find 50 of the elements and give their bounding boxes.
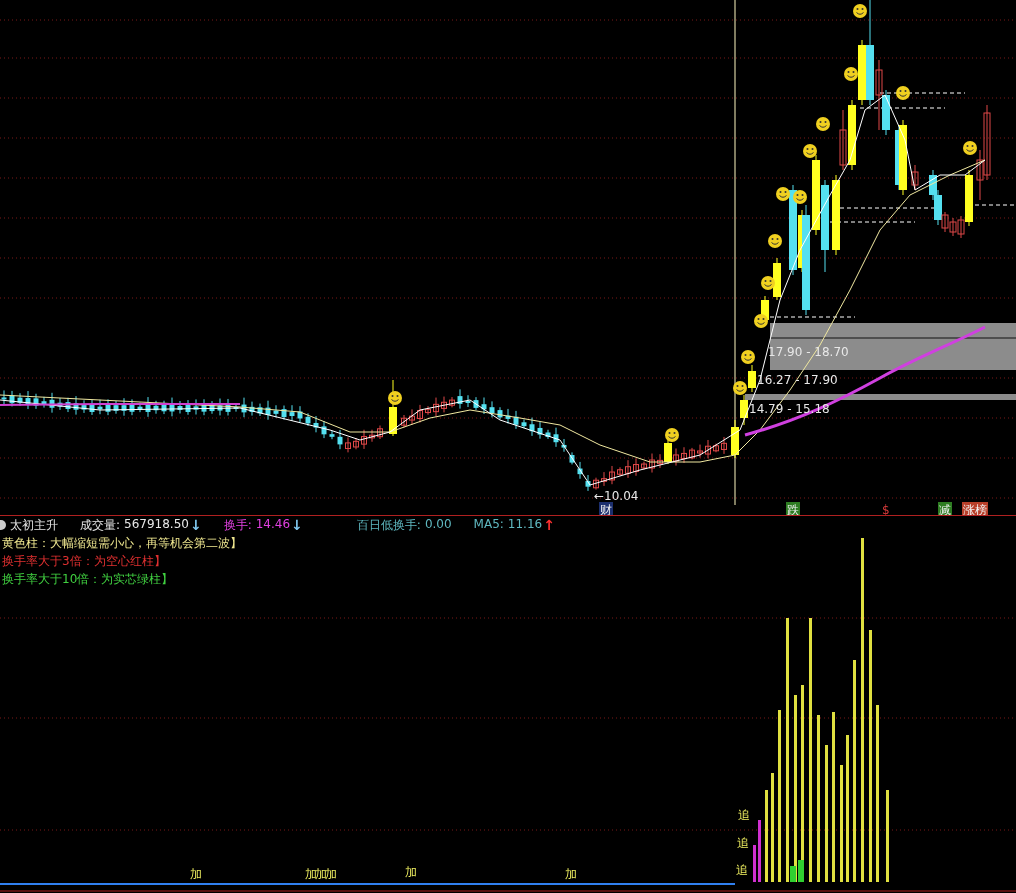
smiley-icon [741, 350, 755, 364]
smiley-icon [844, 67, 858, 81]
candlestick [911, 164, 919, 191]
trend-arrow: ↓ [189, 516, 202, 534]
smiley-icon [816, 117, 830, 131]
signal-label: 加 [305, 867, 317, 881]
trend-arrow: ↓ [291, 516, 303, 534]
readout-label: MA5: [473, 517, 504, 533]
smiley-icon [853, 4, 867, 18]
signal-label: 追 [737, 836, 749, 850]
readout-value: 567918.50 [124, 516, 189, 533]
readout-label: 成交量: [80, 516, 121, 534]
smiley-icon [665, 428, 679, 442]
signal-label: 加 [565, 867, 577, 881]
legend-text: 黄色柱：大幅缩短需小心，再等机会第二波】 [1, 535, 243, 551]
dashed-level-line [974, 204, 1016, 206]
legend-text: 换手率大于10倍：为实芯绿柱】 [1, 571, 175, 587]
indicator-name: 太初主升 [10, 516, 58, 534]
smiley-icon [733, 381, 747, 395]
event-marker: 财 [600, 503, 612, 516]
event-marker: 涨榜 [963, 503, 987, 516]
event-marker: 跌 [787, 503, 799, 516]
event-marker: 减 [939, 503, 951, 516]
candlestick [773, 257, 781, 301]
signal-label: 追 [738, 808, 750, 822]
legend-text: 换手率大于3倍：为空心红柱】 [1, 553, 167, 569]
indicator-bullet-icon [0, 520, 6, 530]
low-price-label: ←10.04 [594, 489, 639, 503]
readout-value: 11.16 [507, 517, 543, 533]
smiley-icon [776, 187, 790, 201]
smiley-icon [803, 144, 817, 158]
readout-label: 百日低换手: [356, 516, 421, 534]
event-marker: $ [882, 503, 890, 516]
signal-label: 加 [325, 867, 337, 881]
trend-arrow: ↑ [543, 517, 555, 533]
readout-value: 0.00 [424, 516, 452, 533]
smiley-icon [768, 234, 782, 248]
smiley-icon [896, 86, 910, 100]
readout-value: 14.46 [255, 516, 291, 533]
smiley-icon [761, 276, 775, 290]
signal-label: 加 [405, 865, 417, 879]
smiley-icon [793, 190, 807, 204]
smiley-icon [388, 391, 402, 405]
signal-label: 加 [190, 867, 202, 881]
signal-label: 加 [315, 867, 327, 881]
smiley-icon [754, 314, 768, 328]
signal-label: 追 [736, 863, 748, 877]
readout-label: 换手: [223, 516, 252, 534]
price-range-label: 16.27 - 17.90 [757, 373, 838, 387]
smiley-icon [963, 141, 977, 155]
